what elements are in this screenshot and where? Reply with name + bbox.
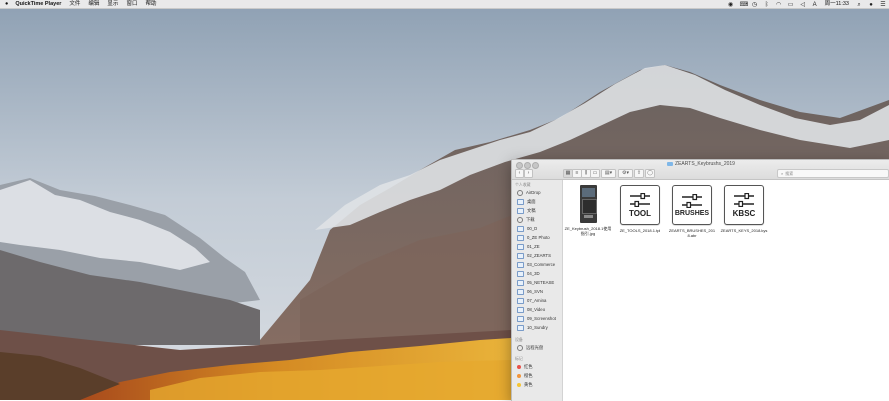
- folder-icon: [517, 261, 524, 268]
- sidebar-tag-red[interactable]: 红色: [512, 362, 562, 371]
- sidebar-header-tags: 标记: [515, 356, 523, 361]
- search-placeholder: 搜索: [785, 171, 794, 176]
- orange-tag-icon: [517, 373, 521, 378]
- window-title-text: ZEARTS_Keybrushs_2019: [675, 161, 735, 167]
- folder-icon: [517, 225, 524, 232]
- yellow-tag-icon: [517, 382, 521, 387]
- documents-folder-icon: [517, 207, 524, 214]
- forward-button[interactable]: ›: [524, 169, 533, 178]
- folder-icon: [517, 288, 524, 295]
- clock-icon[interactable]: ◷: [752, 2, 758, 8]
- sidebar-item-desktop[interactable]: 桌面: [512, 197, 562, 206]
- user-icon[interactable]: ●: [868, 2, 874, 8]
- sidebar-tag-yellow[interactable]: 黄色: [512, 380, 562, 389]
- downloads-icon: [517, 216, 523, 223]
- folder-icon: [517, 324, 524, 331]
- battery-icon[interactable]: ▭: [788, 2, 794, 8]
- sidebar-item-folder[interactable]: 09_Screenshot: [512, 314, 562, 323]
- arrange-button[interactable]: ▤▾: [601, 169, 616, 178]
- menu-window[interactable]: 窗口: [122, 0, 141, 8]
- file-name: ZE_Keybrush_2018.1使用指引.jpg: [564, 226, 612, 236]
- menubar-clock[interactable]: 周一11:33: [821, 0, 853, 8]
- menu-edit[interactable]: 编辑: [84, 0, 103, 8]
- folder-icon: [517, 279, 524, 286]
- back-button[interactable]: ‹: [515, 169, 524, 178]
- desktop-folder-icon: [517, 198, 524, 205]
- notification-center-icon[interactable]: ☰: [880, 2, 886, 8]
- sidebar-item-folder[interactable]: 00_D: [512, 224, 562, 233]
- icon-caption: TOOL: [628, 208, 652, 218]
- sidebar-item-folder[interactable]: 01_ZE: [512, 242, 562, 251]
- wifi-icon[interactable]: ◠: [776, 2, 782, 8]
- finder-sidebar: 个人收藏 AirDrop 桌面 文稿 下载 00_D 0_ZE Photo 01…: [512, 180, 563, 401]
- sidebar-item-downloads[interactable]: 下载: [512, 215, 562, 224]
- keyboard-icon[interactable]: ⌨: [740, 2, 749, 8]
- sidebar-tag-orange[interactable]: 橙色: [512, 371, 562, 380]
- menu-file[interactable]: 文件: [65, 0, 84, 8]
- sidebar-header-devices: 设备: [515, 337, 523, 342]
- sliders-document-icon: TOOL: [620, 185, 660, 225]
- file-name: ZE_TOOLS_2018.1.tpl: [619, 228, 661, 233]
- file-item[interactable]: ZE_Keybrush_2018.1使用指引.jpg: [564, 185, 612, 236]
- sidebar-item-folder[interactable]: 03_Commerce: [512, 260, 562, 269]
- file-name: ZEARTS_KEYS_2018.kys: [720, 228, 768, 233]
- sidebar-item-folder[interactable]: 10_Sundry: [512, 323, 562, 332]
- sidebar-item-folder[interactable]: 0_ZE Photo: [512, 233, 562, 242]
- finder-toolbar: ZEARTS_Keybrushs_2019 ‹ › ▦ ≡ ⫼ ▭ ▤▾ ⚙▾ …: [512, 160, 889, 180]
- menu-bar: ● QuickTime Player 文件 编辑 显示 窗口 帮助 ◉ ⌨ ◷ …: [0, 0, 889, 9]
- sliders-icon: [682, 193, 702, 208]
- sidebar-item-folder[interactable]: 05_NETEASE: [512, 278, 562, 287]
- sidebar-item-folder[interactable]: 04_3D: [512, 269, 562, 278]
- sidebar-item-folder[interactable]: 08_Video: [512, 305, 562, 314]
- tags-button[interactable]: ◯: [645, 169, 655, 178]
- sidebar-item-folder[interactable]: 06_SVN: [512, 287, 562, 296]
- disc-icon: [517, 344, 523, 351]
- finder-content: ZE_Keybrush_2018.1使用指引.jpg TOOL ZE_TOOLS…: [563, 180, 889, 401]
- sidebar-item-folder[interactable]: 02_ZEARTS: [512, 251, 562, 260]
- sliders-document-icon: BRUSHES: [672, 185, 712, 225]
- action-button[interactable]: ⚙▾: [618, 169, 633, 178]
- folder-icon: [517, 252, 524, 259]
- finder-window: ZEARTS_Keybrushs_2019 ‹ › ▦ ≡ ⫼ ▭ ▤▾ ⚙▾ …: [511, 159, 889, 401]
- airdrop-icon: [517, 189, 523, 196]
- sidebar-item-documents[interactable]: 文稿: [512, 206, 562, 215]
- sidebar-item-folder[interactable]: 07_Amina: [512, 296, 562, 305]
- file-item[interactable]: BRUSHES ZEARTS_BRUSHES_2018.abr: [668, 185, 716, 238]
- folder-icon: [517, 297, 524, 304]
- sliders-icon: [734, 192, 754, 207]
- sliders-document-icon: KBSC: [724, 185, 764, 225]
- red-tag-icon: [517, 364, 521, 369]
- search-field[interactable]: ⌕ 搜索: [777, 169, 889, 178]
- icon-caption: BRUSHES: [674, 209, 710, 217]
- bluetooth-icon[interactable]: ᛒ: [764, 2, 770, 8]
- input-method-icon[interactable]: A: [812, 2, 818, 8]
- image-thumbnail: [579, 185, 597, 223]
- volume-icon[interactable]: ◁: [800, 2, 806, 8]
- file-name: ZEARTS_BRUSHES_2018.abr: [668, 228, 716, 238]
- folder-icon: [517, 243, 524, 250]
- folder-icon: [517, 234, 524, 241]
- apple-menu-icon[interactable]: ●: [0, 0, 11, 8]
- file-item[interactable]: TOOL ZE_TOOLS_2018.1.tpl: [616, 185, 664, 233]
- folder-icon: [517, 270, 524, 277]
- sidebar-header-favorites: 个人收藏: [515, 182, 531, 187]
- view-gallery-button[interactable]: ▭: [590, 169, 600, 178]
- record-icon[interactable]: ◉: [728, 2, 734, 8]
- folder-icon: [517, 306, 524, 313]
- sidebar-item-airdrop[interactable]: AirDrop: [512, 188, 562, 197]
- sliders-icon: [630, 192, 650, 207]
- share-button[interactable]: ⇧: [634, 169, 644, 178]
- menu-app-name[interactable]: QuickTime Player: [11, 0, 65, 8]
- window-title: ZEARTS_Keybrushs_2019: [512, 161, 889, 167]
- icon-caption: KBSC: [732, 208, 756, 218]
- folder-icon: [517, 315, 524, 322]
- status-area: ◉ ⌨ ◷ ᛒ ◠ ▭ ◁ A 周一11:33 ⌕ ● ☰: [725, 0, 889, 8]
- folder-icon: [667, 161, 674, 166]
- file-item[interactable]: KBSC ZEARTS_KEYS_2018.kys: [720, 185, 768, 233]
- menu-view[interactable]: 显示: [103, 0, 122, 8]
- menu-help[interactable]: 帮助: [141, 0, 160, 8]
- search-icon[interactable]: ⌕: [856, 2, 862, 8]
- sidebar-item-remote-disc[interactable]: 远程光盘: [512, 343, 562, 352]
